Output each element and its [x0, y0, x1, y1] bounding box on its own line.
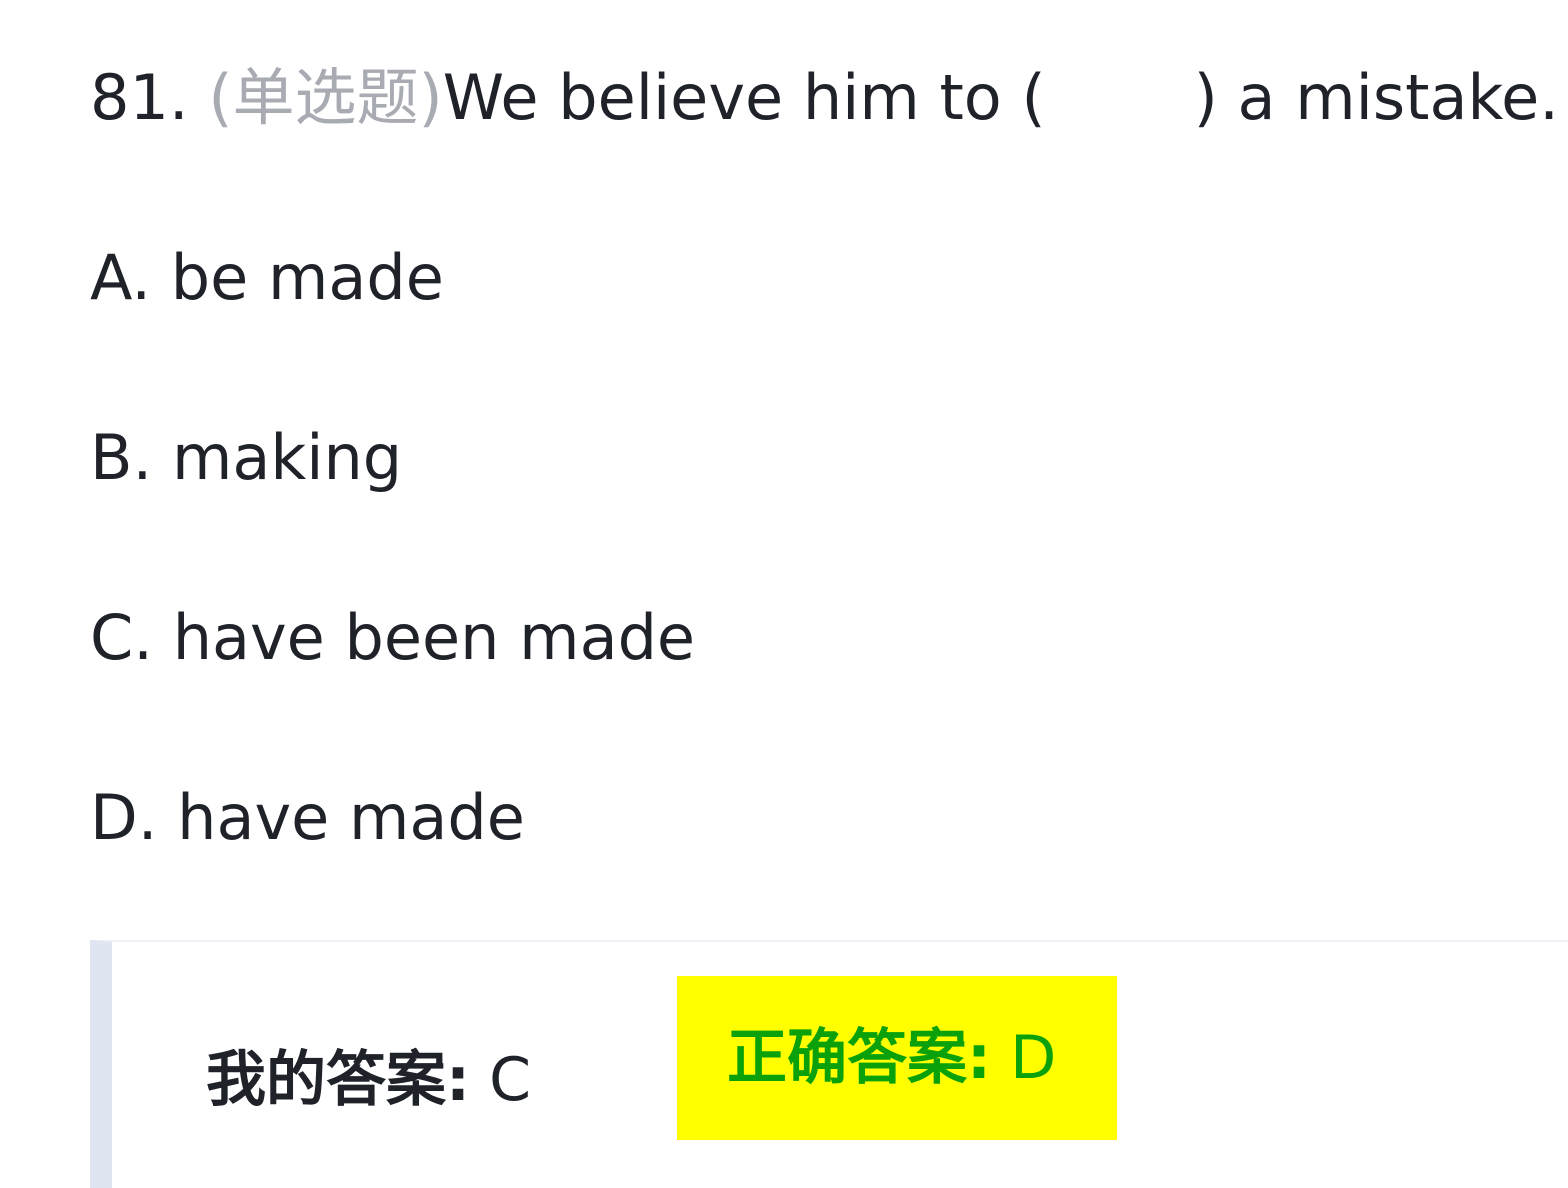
answer-panel: 我的答案: C 正确答案: D — [90, 940, 1568, 1188]
question-type-label: (单选题) — [208, 61, 443, 134]
my-answer-value: C — [470, 1045, 531, 1115]
my-answer-label: 我的答案: — [206, 1045, 470, 1115]
correct-answer: 正确答案: D — [677, 976, 1117, 1140]
question-stem-before: We believe him to ( — [442, 61, 1046, 134]
option-a: A. be made — [90, 241, 444, 314]
option-c: C. have been made — [90, 601, 696, 674]
question-text: 81. (单选题)We believe him to ( ) a mistake. — [90, 58, 1559, 138]
correct-answer-value: D — [991, 1023, 1057, 1093]
option-b: B. making — [90, 421, 403, 494]
correct-answer-label: 正确答案: — [727, 1023, 991, 1093]
option-d: D. have made — [90, 781, 525, 854]
question-stem-after: ) a mistake. — [1193, 61, 1560, 134]
question-number: 81. — [90, 61, 209, 134]
my-answer: 我的答案: C — [206, 1040, 531, 1120]
